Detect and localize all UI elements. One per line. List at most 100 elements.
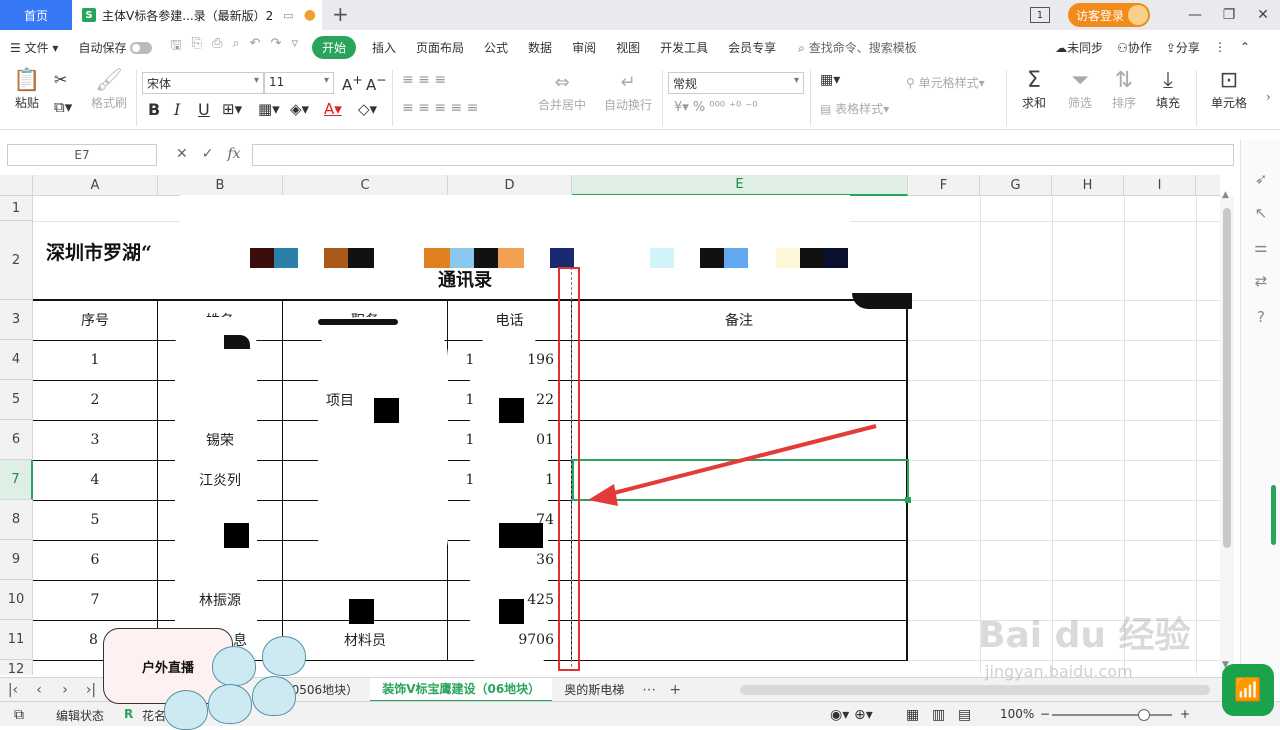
- zoom-in-icon[interactable]: +: [1180, 707, 1190, 721]
- tab-developer[interactable]: 开发工具: [650, 39, 718, 56]
- page-view-icon[interactable]: ▥: [932, 707, 945, 723]
- function-icon[interactable]: fx: [227, 146, 240, 162]
- scroll-thumb[interactable]: [1223, 208, 1231, 548]
- toggle-icon[interactable]: [130, 42, 153, 54]
- formula-input[interactable]: [252, 144, 1234, 166]
- column-header-c[interactable]: C: [283, 175, 448, 196]
- column-header-d[interactable]: D: [448, 175, 572, 196]
- scroll-up-icon[interactable]: ▲: [1222, 190, 1229, 200]
- font-color-icon[interactable]: A▾: [324, 100, 342, 118]
- cursor-icon[interactable]: ↖: [1251, 204, 1271, 222]
- cell-button[interactable]: ⊡ 单元格: [1204, 68, 1254, 111]
- undo-icon[interactable]: ↶: [250, 36, 261, 58]
- row-header-8[interactable]: 8: [0, 500, 33, 540]
- font-name-select[interactable]: 宋体: [142, 72, 264, 94]
- row-header-6[interactable]: 6: [0, 420, 33, 460]
- confirm-icon[interactable]: ✓: [202, 146, 214, 162]
- transfer-icon[interactable]: ⇄: [1251, 272, 1271, 290]
- table-icon[interactable]: ▦▾: [820, 72, 840, 88]
- row-header-4[interactable]: 4: [0, 340, 33, 380]
- fill-color-icon[interactable]: ◈▾: [290, 100, 309, 118]
- tab-page-layout[interactable]: 页面布局: [406, 39, 474, 56]
- bold-icon[interactable]: B: [148, 100, 160, 119]
- row-header-2[interactable]: 2: [0, 221, 33, 300]
- table-style-button[interactable]: ▤ 表格样式▾: [820, 100, 889, 117]
- autosave-toggle[interactable]: 自动保存: [68, 39, 162, 56]
- tab-member[interactable]: 会员专享: [718, 39, 786, 56]
- column-header-i[interactable]: I: [1124, 175, 1196, 196]
- format-painter-button[interactable]: 🖌 格式刷: [88, 68, 130, 111]
- number-format-icons[interactable]: ¥▾ % ⁰⁰⁰ ⁺⁰ ⁻⁰: [674, 100, 757, 115]
- restore-icon[interactable]: ❐: [1212, 7, 1246, 23]
- collab-button[interactable]: ⚇协作: [1117, 39, 1152, 56]
- app-logo-icon[interactable]: R: [124, 707, 133, 721]
- grid-style-icon[interactable]: ▦▾: [258, 100, 280, 118]
- zoom-knob[interactable]: [1138, 709, 1150, 721]
- export-icon[interactable]: ⎘: [192, 36, 202, 58]
- help-icon[interactable]: ?: [1251, 308, 1271, 326]
- clear-format-icon[interactable]: ◇▾: [358, 100, 377, 118]
- file-menu[interactable]: ☰ 文件 ▾: [0, 39, 68, 56]
- prev-sheet-icon[interactable]: ‹: [26, 682, 52, 698]
- first-sheet-icon[interactable]: |‹: [0, 682, 26, 698]
- row-header-9[interactable]: 9: [0, 540, 33, 580]
- last-sheet-icon[interactable]: ›|: [78, 682, 104, 698]
- font-size-select[interactable]: 11: [264, 72, 334, 94]
- redo-icon[interactable]: ↷: [271, 36, 282, 58]
- sync-button[interactable]: ☁未同步: [1055, 39, 1103, 56]
- zoom-level[interactable]: 100%: [1000, 707, 1034, 721]
- increase-font-icon[interactable]: A+: [342, 72, 363, 94]
- settings-sliders-icon[interactable]: ⚌: [1251, 238, 1271, 256]
- border-icon[interactable]: ⊞▾: [222, 100, 242, 118]
- row-header-12[interactable]: 12: [0, 660, 33, 675]
- home-tab[interactable]: 首页: [0, 0, 72, 30]
- save-icon[interactable]: 🖫: [170, 36, 181, 58]
- command-search[interactable]: ⌕ 查找命令、搜索模板: [798, 39, 917, 56]
- decrease-font-icon[interactable]: A−: [366, 72, 387, 94]
- add-sheet-icon[interactable]: +: [662, 682, 688, 698]
- ribbon-scroll-right-icon[interactable]: ›: [1266, 90, 1271, 104]
- italic-icon[interactable]: I: [174, 100, 180, 119]
- window-count[interactable]: 1: [1029, 7, 1050, 23]
- minimize-icon[interactable]: —: [1178, 7, 1212, 23]
- copy-icon[interactable]: ⧉▾: [54, 98, 72, 116]
- wrap-text-button[interactable]: ↵ 自动换行: [600, 70, 656, 113]
- tab-review[interactable]: 审阅: [562, 39, 606, 56]
- underline-icon[interactable]: U: [198, 100, 210, 119]
- align-top-icon[interactable]: ≡ ≡ ≡: [402, 72, 446, 88]
- cut-icon[interactable]: ✂: [54, 70, 67, 89]
- zoom-slider[interactable]: [1052, 709, 1172, 721]
- new-tab-button[interactable]: +: [332, 2, 349, 26]
- horizontal-scrollbar[interactable]: [740, 685, 1210, 695]
- zoom-out-icon[interactable]: −: [1040, 707, 1050, 721]
- sum-button[interactable]: Σ 求和: [1014, 68, 1054, 111]
- freeze-icon[interactable]: ⊕▾: [854, 707, 873, 723]
- column-header-extra[interactable]: [1196, 175, 1220, 196]
- sheet-tab-next[interactable]: 奥的斯电梯: [552, 678, 636, 702]
- print-icon[interactable]: ⎙: [212, 36, 222, 58]
- name-box[interactable]: E7: [7, 144, 157, 166]
- column-header-h[interactable]: H: [1052, 175, 1124, 196]
- spreadsheet-grid[interactable]: A B C D E F G H I 1 2 3 4 5 6 7 8 9 10 1…: [0, 175, 1220, 675]
- row-header-1[interactable]: 1: [0, 196, 33, 221]
- monitor-icon[interactable]: ▭: [283, 9, 293, 22]
- row-header-10[interactable]: 10: [0, 580, 33, 620]
- more-icon[interactable]: ⋮: [1214, 40, 1226, 54]
- row-header-3[interactable]: 3: [0, 300, 33, 340]
- cell-style-button[interactable]: ⚲ 单元格样式▾: [906, 74, 985, 91]
- share-button[interactable]: ⇪分享: [1166, 39, 1200, 56]
- document-tab[interactable]: S 主体V标各参建...录（最新版）2 ▭ ●: [72, 0, 322, 30]
- row-header-11[interactable]: 11: [0, 620, 33, 660]
- filter-button[interactable]: ⏷ 筛选: [1060, 68, 1100, 111]
- tab-insert[interactable]: 插入: [362, 39, 406, 56]
- more-qa-icon[interactable]: ▿: [291, 36, 298, 58]
- close-icon[interactable]: ✕: [1246, 7, 1280, 23]
- next-sheet-icon[interactable]: ›: [52, 682, 78, 698]
- preview-icon[interactable]: ⌕: [232, 36, 239, 58]
- tab-home[interactable]: 开始: [311, 35, 356, 59]
- select-all-corner[interactable]: [0, 175, 33, 196]
- merge-center-button[interactable]: ⇔ 合并居中: [530, 70, 594, 113]
- normal-view-icon[interactable]: ▦: [906, 707, 919, 723]
- macro-icon[interactable]: ⧉: [14, 707, 24, 723]
- wifi-icon[interactable]: 📶: [1222, 664, 1274, 716]
